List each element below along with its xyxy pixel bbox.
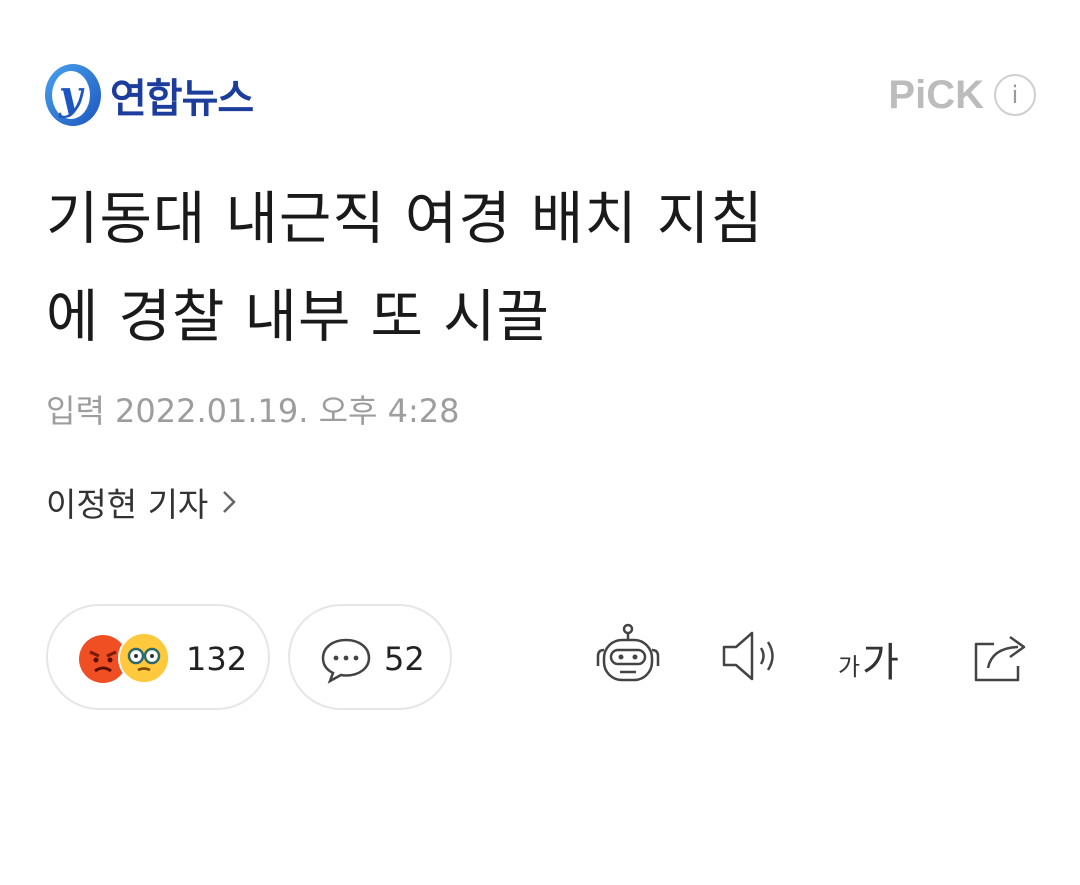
publisher-name: 연합뉴스 <box>110 76 254 122</box>
summary-bot-button[interactable] <box>592 620 664 692</box>
comment-bubble-icon <box>321 638 371 684</box>
article-title-line-1: 기동대 내근직 여경 배치 지침 <box>46 186 764 252</box>
reaction-button[interactable]: 132 <box>46 604 270 710</box>
publisher-logo[interactable]: y 연합뉴스 <box>44 60 254 130</box>
article-date: 입력 2022.01.19. 오후 4:28 <box>46 392 460 430</box>
summary-bot-icon <box>596 623 660 682</box>
article-title-line-2: 에 경찰 내부 또 시끌 <box>46 284 550 350</box>
nerd-face-icon <box>118 632 170 684</box>
article-title: 기동대 내근직 여경 배치 지침 에 경찰 내부 또 시끌 <box>46 170 1006 366</box>
font-size-button[interactable]: 가 가 <box>838 628 899 688</box>
pick-badge[interactable]: PiCK i <box>888 72 1036 118</box>
article-header: y 연합뉴스 PiCK i <box>0 0 1080 150</box>
info-icon[interactable]: i <box>994 74 1036 116</box>
font-size-small-label: 가 <box>838 653 861 681</box>
yonhap-logo-icon: y <box>45 64 101 126</box>
share-button[interactable] <box>966 620 1038 692</box>
chevron-right-icon <box>223 491 237 513</box>
speaker-icon <box>722 631 774 681</box>
reaction-count: 132 <box>186 640 248 678</box>
text-to-speech-button[interactable] <box>716 620 788 692</box>
svg-text:y: y <box>58 72 85 119</box>
pick-label: PiCK <box>888 72 984 117</box>
comment-count: 52 <box>384 640 425 678</box>
comment-button[interactable]: 52 <box>288 604 452 710</box>
reporter-link[interactable]: 이정현 기자 <box>46 478 237 526</box>
font-size-large-label: 가 <box>862 640 899 686</box>
share-icon <box>974 635 1026 682</box>
reporter-name: 이정현 기자 <box>46 485 209 524</box>
